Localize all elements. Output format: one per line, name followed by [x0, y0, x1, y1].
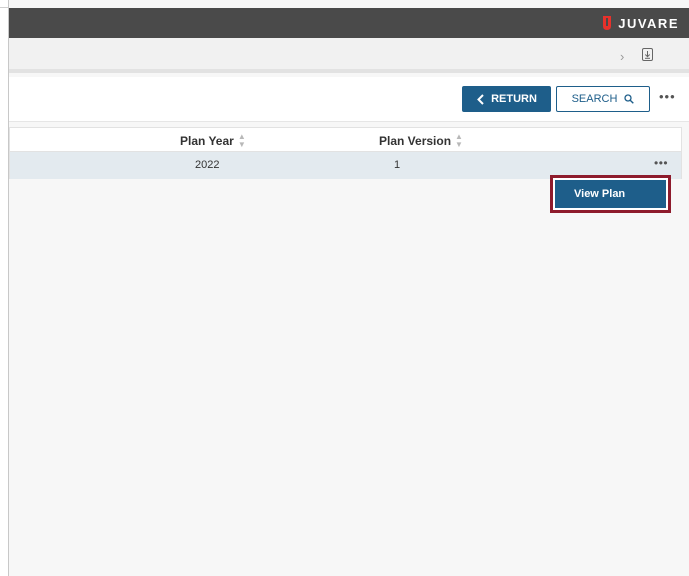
sort-icon[interactable]: ▲ ▼	[455, 133, 463, 149]
cell-plan-year: 2022	[195, 159, 220, 171]
row-context-menu: View Plan	[550, 175, 671, 213]
sort-icon[interactable]: ▲ ▼	[238, 133, 246, 149]
search-icon	[624, 94, 635, 104]
menu-item-label: View Plan	[574, 188, 626, 200]
juvare-logo-icon	[603, 16, 612, 30]
table-header: Plan Year ▲ ▼ Plan Version ▲ ▼	[10, 128, 681, 152]
column-header-label: Plan Version	[379, 134, 452, 148]
search-button-label: SEARCH	[571, 93, 618, 105]
chevron-right-icon[interactable]: ›	[620, 49, 624, 64]
breadcrumb-bar: ›	[9, 38, 689, 73]
column-header-plan-year[interactable]: Plan Year ▲ ▼	[180, 133, 246, 149]
column-header-plan-version[interactable]: Plan Version ▲ ▼	[379, 133, 463, 149]
plans-table: Plan Year ▲ ▼ Plan Version ▲ ▼ 2022 1 •••	[9, 127, 682, 179]
column-header-label: Plan Year	[180, 134, 234, 148]
cell-plan-version: 1	[394, 159, 401, 171]
search-button[interactable]: SEARCH	[556, 86, 650, 112]
top-navigation-bar: JUVARE	[9, 8, 689, 38]
return-button-label: RETURN	[491, 93, 537, 105]
menu-item-view-plan[interactable]: View Plan	[555, 180, 666, 208]
return-button[interactable]: RETURN	[462, 86, 551, 112]
action-toolbar: RETURN SEARCH •••	[9, 77, 689, 122]
more-options-icon[interactable]: •••	[659, 89, 676, 104]
row-actions-icon[interactable]: •••	[654, 156, 668, 170]
export-document-icon[interactable]	[642, 48, 653, 61]
chevron-left-icon	[477, 93, 484, 105]
brand-name: JUVARE	[618, 15, 679, 31]
brand-logo[interactable]: JUVARE	[602, 8, 679, 38]
